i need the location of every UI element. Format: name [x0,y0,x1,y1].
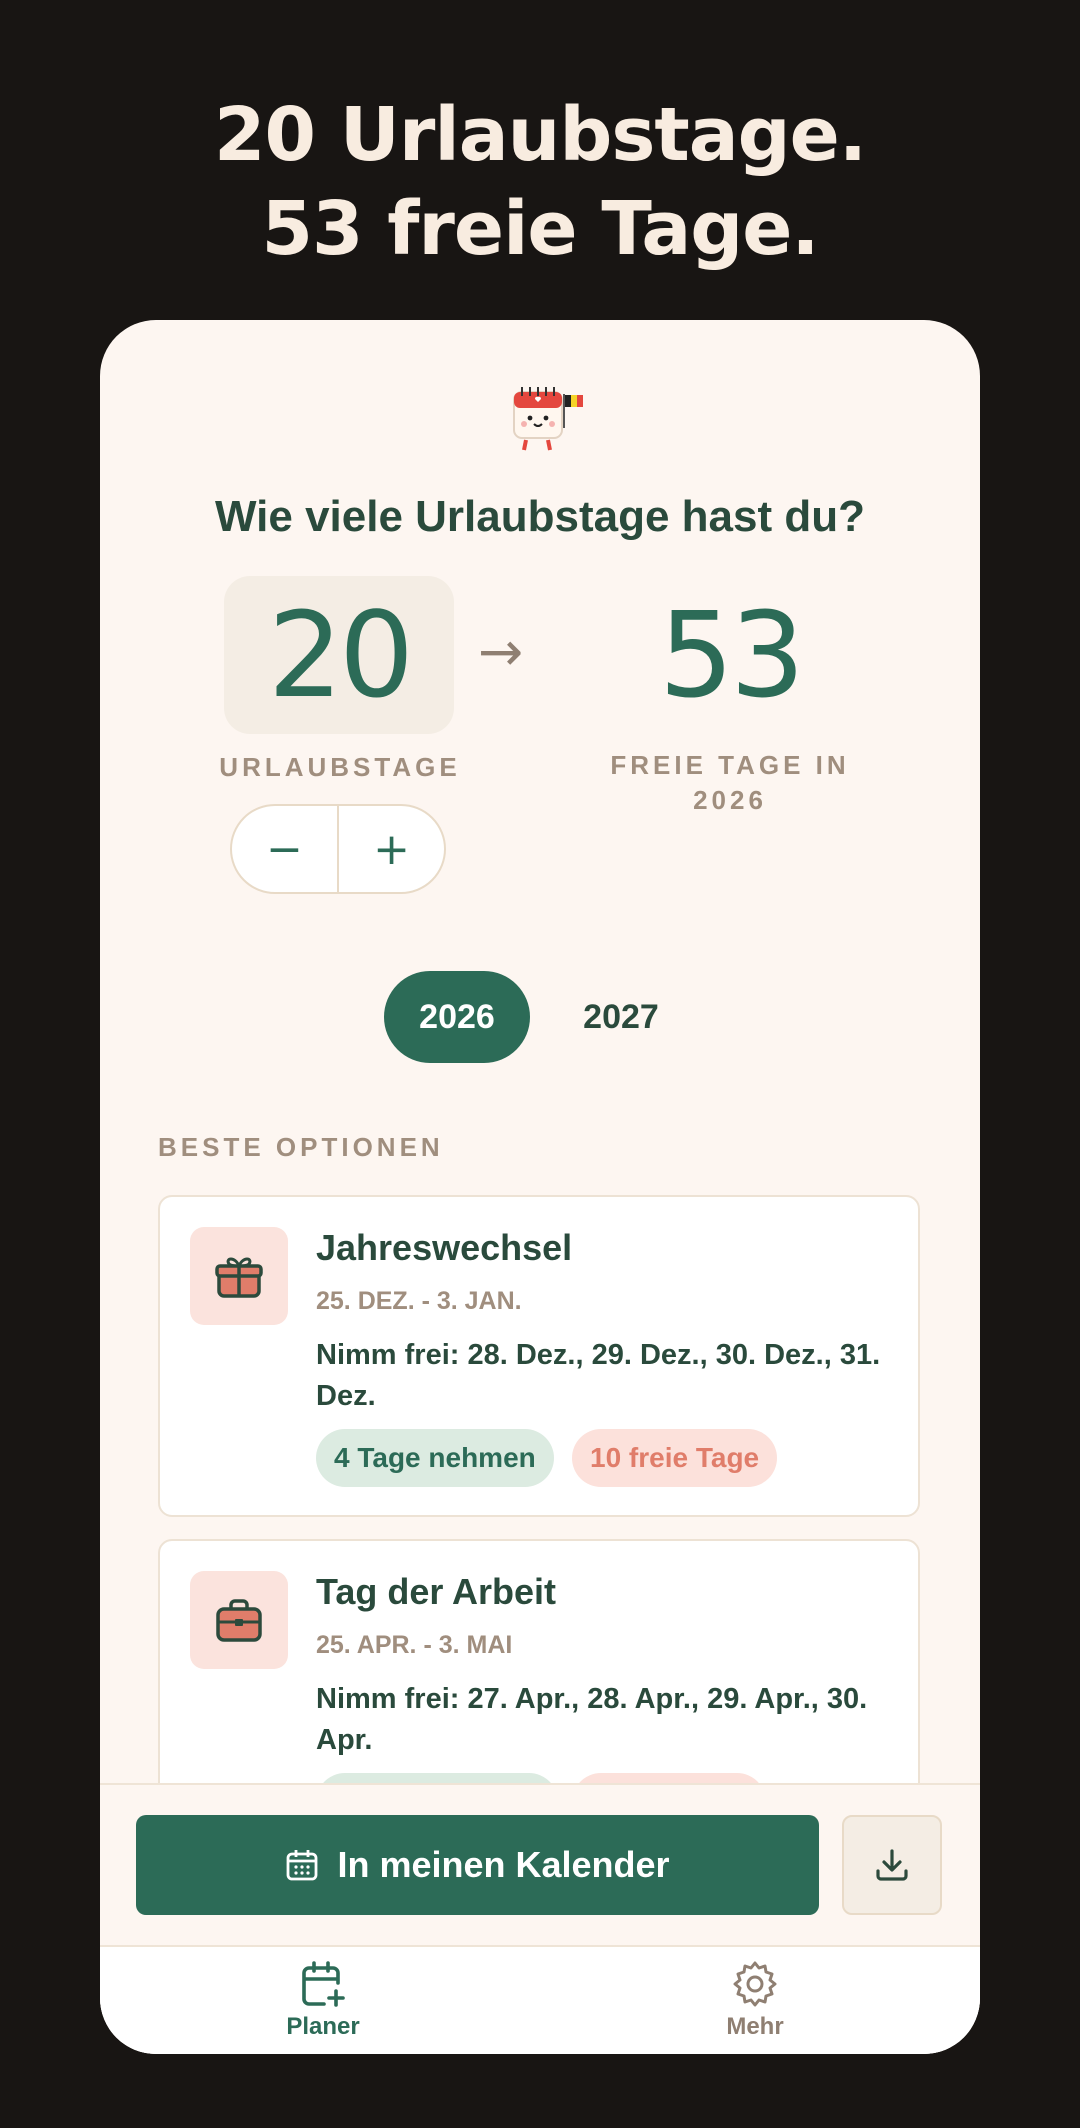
vacation-days-label: URLAUBSTAGE [219,752,461,782]
option-take-off: Nimm frei: 27. Apr., 28. Apr., 29. Apr.,… [316,1683,868,1756]
add-to-calendar-label: In meinen Kalender [337,1844,670,1885]
briefcase-icon [190,1571,288,1669]
increase-button[interactable]: + [339,806,444,892]
days-to-take-chip: 4 Tage nehmen [316,1429,554,1487]
option-dates: 25. APR. - 3. MAI [316,1631,513,1659]
headline-line-2: 53 freie Tage. [261,186,819,272]
vacation-days-question: Wie viele Urlaubstage hast du? [215,492,865,541]
download-button[interactable] [842,1815,942,1915]
bottom-action-bar: In meinen Kalender Planer Mehr [100,1783,980,2054]
bottom-navigation: Planer Mehr [100,1945,980,2054]
free-days-label: FREIE TAGE IN 2026 [610,750,850,815]
decrease-button[interactable]: − [232,806,339,892]
calendar-plus-icon [302,1961,345,2007]
gear-icon [733,1961,777,2007]
vacation-days-value: 20 [224,576,454,734]
option-title: Jahreswechsel [316,1227,573,1268]
add-to-calendar-button[interactable]: In meinen Kalender [136,1815,819,1915]
nav-item-mehr[interactable]: Mehr [675,1959,835,2041]
year-tab-2027[interactable]: 2027 [546,971,696,1063]
download-icon [876,1849,908,1881]
promo-headline: 20 Urlaubstage. 53 freie Tage. [0,88,1080,276]
nav-item-planer[interactable]: Planer [243,1959,403,2041]
year-tab-2026[interactable]: 2026 [384,971,530,1063]
best-options-heading: BESTE OPTIONEN [158,1132,444,1162]
nav-mehr-label: Mehr [726,2013,784,2040]
option-dates: 25. DEZ. - 3. JAN. [316,1287,522,1315]
option-title: Tag der Arbeit [316,1571,557,1612]
option-card[interactable]: Jahreswechsel 25. DEZ. - 3. JAN. Nimm fr… [158,1195,920,1517]
nav-planer-label: Planer [286,2013,360,2040]
calendar-mascot-icon [513,387,583,451]
app-screen: Wie viele Urlaubstage hast du? 20 → 53 U… [100,320,980,2054]
free-days-value: 53 [658,586,805,724]
option-take-off: Nimm frei: 28. Dez., 29. Dez., 30. Dez.,… [316,1339,881,1412]
free-days-chip: 10 freie Tage [572,1429,778,1487]
headline-line-1: 20 Urlaubstage. [214,92,867,178]
vacation-days-stepper: − + [230,804,446,894]
arrow-right-icon: → [478,620,524,683]
calendar-icon [287,1850,318,1881]
gift-icon [190,1227,288,1325]
